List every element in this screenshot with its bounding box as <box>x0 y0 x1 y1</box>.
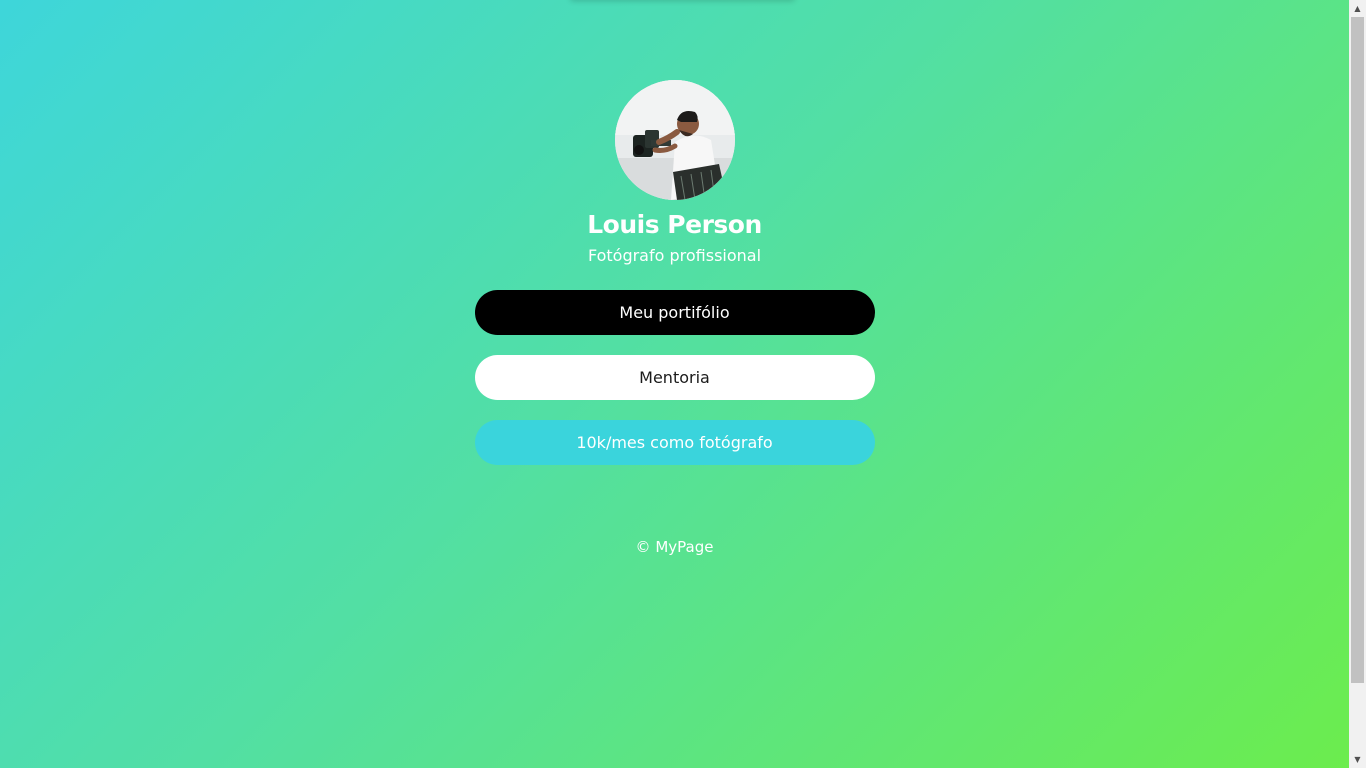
profile-name: Louis Person <box>587 210 762 239</box>
chevron-up-icon[interactable]: ▲ <box>1349 0 1366 17</box>
mentoria-link-button[interactable]: Mentoria <box>474 355 875 400</box>
portfolio-link-button[interactable]: Meu portifólio <box>474 290 875 335</box>
scrollbar-thumb[interactable] <box>1351 17 1364 683</box>
avatar-photo <box>614 80 735 200</box>
profile-card: Louis Person Fotógrafo profissional Meu … <box>0 80 1349 557</box>
avatar <box>614 80 735 200</box>
vertical-scrollbar[interactable]: ▲ ▼ <box>1349 0 1366 768</box>
link-list: Meu portifólio Mentoria 10k/mes como fot… <box>474 290 875 485</box>
footer-copyright: © MyPage <box>635 538 714 556</box>
profile-subtitle: Fotógrafo profissional <box>587 246 762 265</box>
page-viewport: Louis Person Fotógrafo profissional Meu … <box>0 0 1349 768</box>
chevron-down-icon[interactable]: ▼ <box>1349 751 1366 768</box>
course-link-button[interactable]: 10k/mes como fotógrafo <box>474 420 875 465</box>
